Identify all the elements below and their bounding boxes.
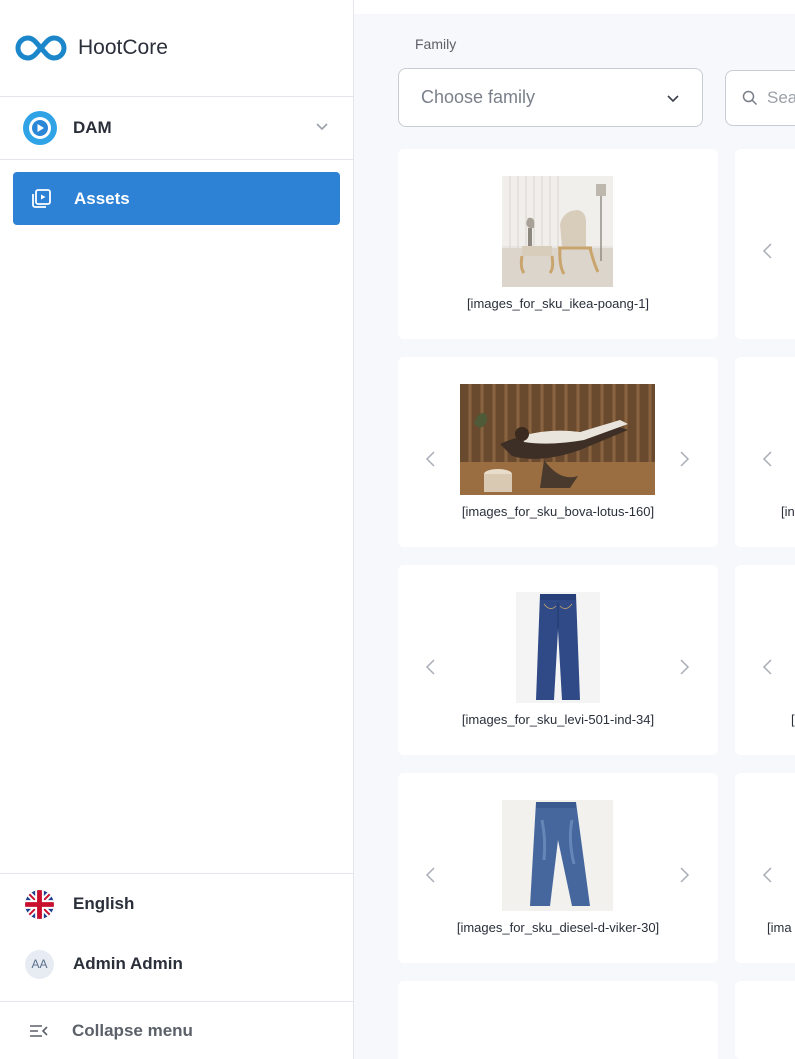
family-select-value: Choose family	[421, 87, 536, 107]
chevron-down-icon[interactable]	[315, 119, 329, 133]
asset-card[interactable]: [images_for_sku_levi-501-ind-34]	[398, 565, 718, 755]
family-select[interactable]: Choose family	[398, 68, 703, 127]
top-bar	[354, 0, 795, 14]
chevron-right-icon[interactable]	[677, 449, 691, 469]
sidebar-footer: English AA Admin Admin	[0, 873, 353, 994]
dam-module-icon	[23, 111, 57, 145]
asset-thumbnail	[516, 592, 600, 703]
sidebar-item-label: Assets	[74, 188, 130, 208]
asset-thumbnail	[502, 800, 613, 911]
assets-icon	[32, 188, 51, 208]
family-filter-label: Family	[415, 36, 457, 52]
module-label: DAM	[73, 118, 112, 137]
chevron-down-icon	[667, 95, 679, 103]
chevron-left-icon[interactable]	[761, 657, 775, 677]
asset-caption: [images_for_sku_diesel-d-viker-30]	[456, 920, 660, 935]
chevron-left-icon[interactable]	[424, 865, 438, 885]
chevron-left-icon[interactable]	[761, 449, 775, 469]
asset-card[interactable]: [ima	[735, 773, 795, 963]
asset-card[interactable]	[735, 149, 795, 339]
user-menu[interactable]: AA Admin Admin	[0, 934, 353, 994]
asset-card[interactable]: [images_for_sku_bova-lotus-160]	[398, 357, 718, 547]
search-input[interactable]	[767, 88, 795, 108]
chevron-left-icon[interactable]	[761, 865, 775, 885]
asset-card[interactable]	[735, 981, 795, 1059]
asset-card[interactable]	[398, 981, 718, 1059]
brand-name: HootCore	[78, 36, 168, 59]
asset-card[interactable]: [images_for_sku_ikea-poang-1]	[398, 149, 718, 339]
user-name: Admin Admin	[73, 954, 183, 973]
asset-thumbnail	[460, 384, 655, 495]
language-label: English	[73, 894, 135, 913]
asset-card[interactable]: [in	[735, 357, 795, 547]
chevron-left-icon[interactable]	[424, 657, 438, 677]
asset-card[interactable]: [images_for_sku_diesel-d-viker-30]	[398, 773, 718, 963]
collapse-menu-label: Collapse menu	[72, 1020, 193, 1040]
asset-caption: [images_for_sku_levi-501-ind-34]	[461, 712, 655, 727]
asset-caption: [in	[781, 504, 795, 519]
module-switcher[interactable]: DAM	[0, 97, 353, 160]
asset-caption: [images_for_sku_bova-lotus-160]	[461, 504, 655, 519]
sidebar-item-assets[interactable]: Assets	[13, 172, 340, 225]
asset-card[interactable]: [	[735, 565, 795, 755]
sidebar: HootCore DAM Assets English AA Admin Adm…	[0, 0, 354, 1059]
collapse-menu-icon	[30, 1024, 48, 1037]
collapse-menu-button[interactable]: Collapse menu	[0, 1001, 353, 1059]
asset-caption: [images_for_sku_ikea-poang-1]	[466, 296, 650, 311]
asset-caption: [ima	[767, 920, 792, 935]
chevron-left-icon[interactable]	[761, 241, 775, 261]
search-icon	[742, 90, 758, 106]
brand-header: HootCore	[0, 0, 353, 97]
hootcore-logo-icon	[15, 35, 67, 61]
uk-flag-icon	[25, 889, 54, 919]
avatar: AA	[25, 949, 54, 979]
chevron-right-icon[interactable]	[677, 657, 691, 677]
chevron-right-icon[interactable]	[677, 865, 691, 885]
chevron-left-icon[interactable]	[424, 449, 438, 469]
search-box[interactable]	[725, 70, 795, 126]
asset-caption: [	[791, 712, 795, 727]
language-selector[interactable]: English	[0, 874, 353, 934]
asset-thumbnail	[502, 176, 613, 287]
